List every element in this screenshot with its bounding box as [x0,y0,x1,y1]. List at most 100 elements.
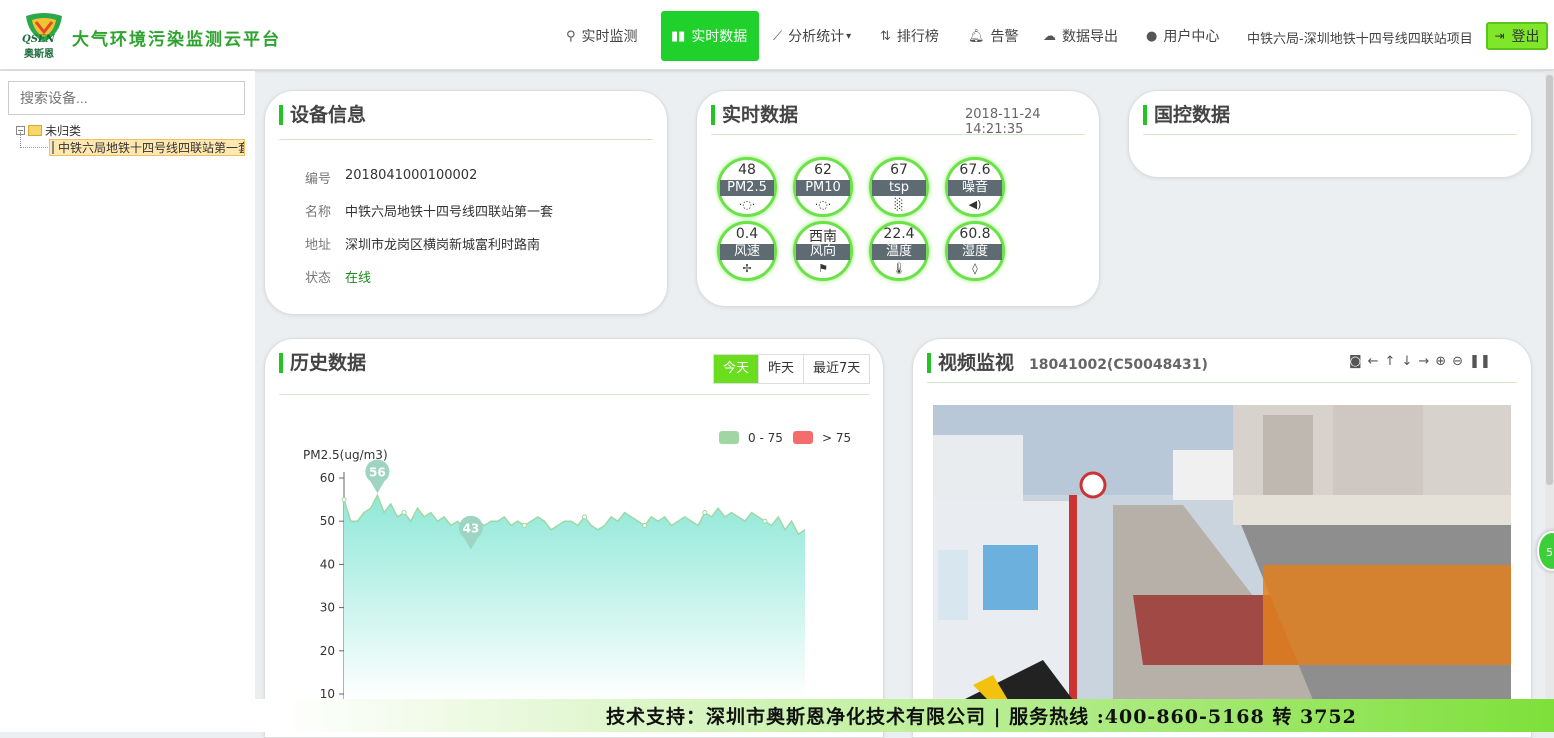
y-tick-label: 50 [320,514,335,528]
y-tick-label: 10 [320,687,335,699]
gauge-label: tsp [872,180,926,196]
nav-ranking[interactable]: ⇅ 排行榜 [880,11,939,61]
arrow-right-icon[interactable]: → [1418,354,1429,369]
gauge-pm101: 62 PM10 ·◌· [793,157,853,217]
y-tick-label: 20 [320,644,335,658]
horn-icon: ◀) [968,198,982,211]
gauge-label: 风速 [720,244,774,260]
data-point [401,510,407,516]
gauge-label: 温度 [872,244,926,260]
floating-badge[interactable]: 5 [1537,531,1554,571]
cloud-download-icon: ☁ [1043,28,1056,44]
video-title: 视频监视 [927,353,1014,373]
gauge-5: 西南 风向 ⚑ [793,221,853,281]
marker-label: 43 [463,521,480,535]
nav-user-center[interactable]: ● 用户中心 [1146,11,1219,61]
nav-realtime-monitor[interactable]: ⚲ 实时监测 [566,11,638,61]
y-tick-label: 30 [320,601,335,615]
legend-label: 0 - 75 [748,431,783,445]
droplet-icon: ◊ [972,262,978,275]
user-icon: ● [1146,28,1158,44]
logo-text-en: QSEN [22,34,55,45]
divider [1143,134,1517,135]
legend-label: > 75 [822,431,851,445]
camera-icon[interactable]: ◙ [1349,354,1362,369]
file-icon [52,141,54,154]
pause-icon[interactable]: ❚❚ [1469,354,1491,369]
gauge-value: 西南 [809,229,837,245]
arrow-up-icon[interactable]: ↑ [1385,354,1396,369]
bar-chart-icon: ▮▮ [671,28,686,44]
gauge-value: 48 [738,162,756,178]
tree-node-device[interactable]: 中铁六局地铁十四号线四联站第一套 [49,139,245,156]
history-title: 历史数据 [279,353,366,373]
video-device-id: 18041002(C50048431) [1029,357,1208,373]
gauge-3: 67.6 噪音 ◀) [945,157,1005,217]
series-area [344,495,805,699]
nav-alarm[interactable]: 🔔︎ 告警 [968,11,1019,61]
gauge-pm250: 48 PM2.5 ·◌· [717,157,777,217]
data-point [582,514,588,520]
gauge-value: 60.8 [959,226,991,242]
sort-icon: ⇅ [880,28,891,44]
gauge-value: 62 [814,162,832,178]
pm25-history-chart: PM2.5(ug/m3)60504030201056430 - 75 > 75 [303,431,851,699]
y-tick-label: 60 [320,471,335,485]
tab-today[interactable]: 今天 [714,355,760,383]
thermometer-icon: 🌡 [892,262,906,275]
realtime-title: 实时数据 [711,105,798,125]
divider [279,139,653,140]
national-data-card: 国控数据 [1128,90,1532,178]
dust-icon: ░ [894,198,904,211]
fan-icon: ✢ [742,262,752,275]
particle-icon: ·◌· [738,198,756,211]
nav-realtime-data[interactable]: ▮▮ 实时数据 [661,11,759,61]
device-info-card: 设备信息 编号 2018041000100002 名称 中铁六局地铁十四号线四联站第… [264,90,668,315]
history-card: 历史数据 今天 昨天 最近7天 PM2.5(ug/m3) 60 50 40 30 20 10… [264,338,884,738]
divider [927,382,1517,383]
sign-out-icon: ⇥ [1494,29,1505,43]
scrollbar-thumb[interactable] [1546,75,1553,485]
data-point [341,497,347,503]
device-search-input[interactable] [8,81,245,115]
device-address-row: 地址 深圳市龙岗区横岗新城富利时路南 [305,238,541,253]
platform-title: 大气环境污染监测云平台 [72,30,281,50]
data-point [521,523,527,529]
tree-connector [20,132,48,148]
gauge-label: PM10 [796,180,850,196]
data-point [642,523,648,529]
data-point [762,518,768,524]
nav-analysis[interactable]: ⟋ 分析统计 ▾ [773,11,851,61]
gauge-value: 22.4 [883,226,915,242]
device-name-row: 名称 中铁六局地铁十四号线四联站第一套 [305,205,554,220]
gauge-7: 60.8 湿度 ◊ [945,221,1005,281]
data-point [702,510,708,516]
tab-last-7-days[interactable]: 最近7天 [804,355,870,383]
legend-swatch [719,431,739,444]
video-feed[interactable] [933,405,1511,700]
device-status-row: 状态 在线 [305,267,371,286]
arrow-down-icon[interactable]: ↓ [1401,354,1412,369]
footer-banner: 技术支持：深圳市奥斯恩净化技术有限公司 | 服务热线 :400-860-5168… [0,699,1554,732]
top-navbar: QSEN 奥斯恩 大气环境污染监测云平台 ⚲ 实时监测 ▮▮ 实时数据 ⟋ 分析… [0,0,1554,70]
arrow-left-icon[interactable]: ← [1368,354,1379,369]
gauge-tsp2: 67 tsp ░ [869,157,929,217]
nav-data-export[interactable]: ☁ 数据导出 [1043,11,1118,61]
gauge-6: 22.4 温度 🌡 [869,221,929,281]
tab-yesterday[interactable]: 昨天 [759,355,805,383]
video-card: 视频监视 18041002(C50048431) ◙ ← ↑ ↓ → ⊕ ⊖ ❚… [912,338,1532,738]
chevron-down-icon: ▾ [846,30,852,42]
logout-button[interactable]: ⇥ 登出 [1486,22,1548,50]
status-badge: 在线 [345,271,372,286]
gauge-label: 风向 [796,244,850,260]
realtime-timestamp: 2018-11-24 14:21:35 [965,107,1041,137]
zoom-out-icon[interactable]: ⊖ [1452,354,1463,369]
particle-icon: ·◌· [814,198,832,211]
divider [279,394,869,395]
gauge-label: PM2.5 [720,180,774,196]
zoom-in-icon[interactable]: ⊕ [1435,354,1446,369]
divider [711,134,1085,135]
device-tree: − 未归类 中铁六局地铁十四号线四联站第一套 [16,121,245,156]
gauge-label: 噪音 [948,180,1002,196]
gauge-label: 湿度 [948,244,1002,260]
